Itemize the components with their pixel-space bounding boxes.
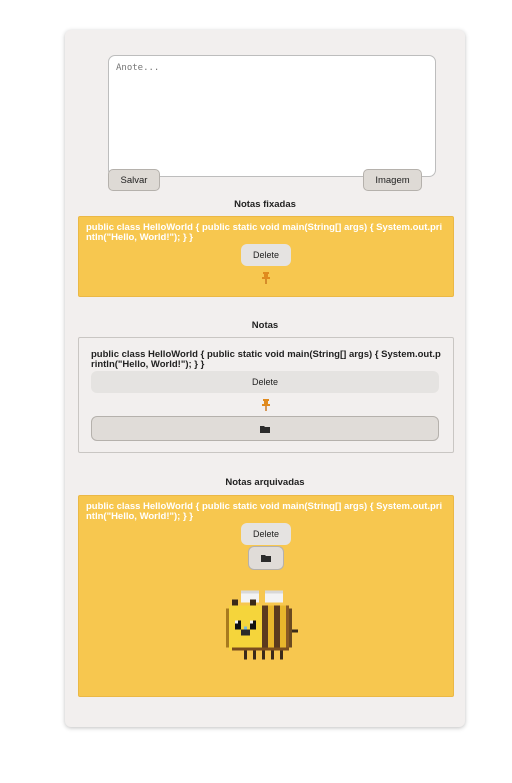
delete-button[interactable]: Delete [91,371,439,393]
archived-note-card: public class HelloWorld { public static … [78,495,454,697]
note-text: public class HelloWorld { public static … [91,349,441,370]
note-input[interactable] [108,55,436,177]
notes-app-card: Salvar Imagem Notas fixadas public class… [65,30,465,727]
notes-section-title: Notas [251,320,279,331]
delete-button[interactable]: Delete [241,244,291,266]
note-text: public class HelloWorld { public static … [86,222,443,243]
note-text: public class HelloWorld { public static … [86,501,443,522]
image-button[interactable]: Imagem [363,169,422,191]
folder-icon [261,555,271,562]
unarchive-button[interactable] [248,546,284,570]
pin-icon[interactable] [261,399,271,411]
archive-button[interactable] [91,416,439,441]
delete-button[interactable]: Delete [241,523,291,545]
pixel-bee-image [226,590,298,660]
pinned-section-title: Notas fixadas [234,199,296,210]
pinned-note-card: public class HelloWorld { public static … [78,216,454,297]
note-card: public class HelloWorld { public static … [78,337,454,453]
pin-icon[interactable] [261,272,271,284]
save-button[interactable]: Salvar [108,169,160,191]
archived-section-title: Notas arquivadas [225,477,305,488]
folder-icon [260,425,270,433]
